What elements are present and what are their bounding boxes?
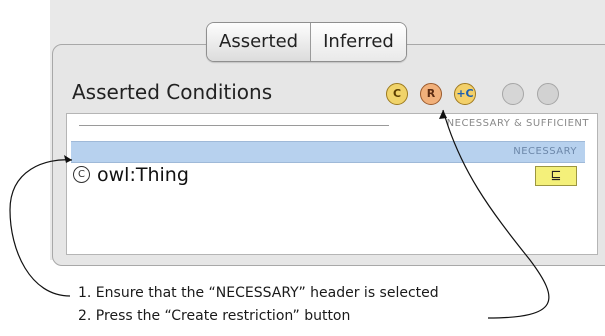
arrow-to-necessary [9, 159, 73, 297]
arrow-head-restriction [439, 110, 447, 119]
tab-inferred[interactable]: Inferred [310, 23, 406, 61]
instruction-step-1: 1. Ensure that the “NECESSARY” header is… [78, 285, 439, 301]
tab-asserted[interactable]: Asserted [207, 23, 311, 61]
instruction-step-2: 2. Press the “Create restriction” button [78, 308, 351, 324]
view-tabs: Asserted Inferred [206, 22, 407, 62]
arrow-head-necessary [64, 155, 72, 163]
arrow-to-restriction [442, 109, 550, 319]
